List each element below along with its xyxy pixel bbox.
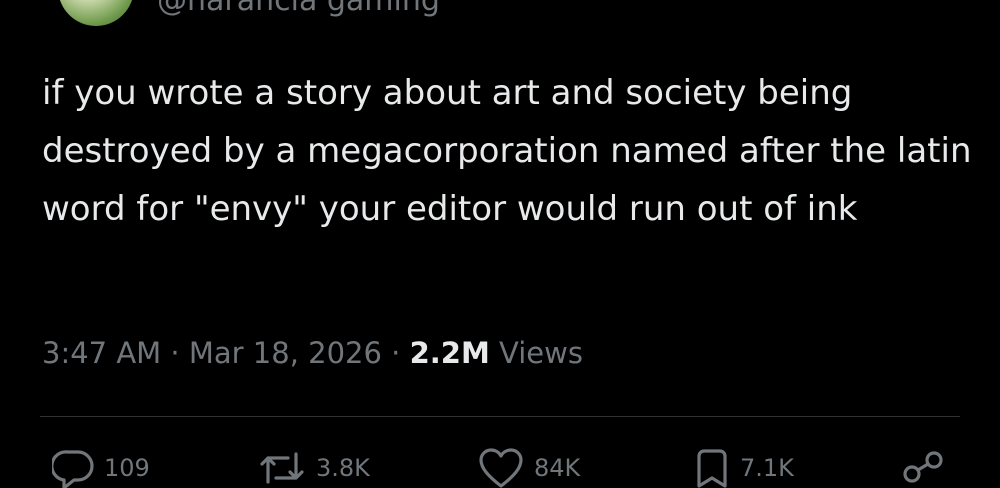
avatar[interactable] — [58, 0, 134, 26]
bookmark-icon — [694, 448, 730, 488]
meta-separator: · — [161, 336, 189, 370]
tweet-time[interactable]: 3:47 AM — [42, 336, 161, 370]
action-bar: 109 3.8K 84K 7.1K — [0, 448, 1000, 488]
tweet-text: if you wrote a story about art and socie… — [42, 73, 972, 229]
bookmark-button[interactable]: 7.1K — [694, 448, 794, 488]
heart-icon — [478, 448, 524, 488]
author-handle[interactable]: @narancia gaming — [157, 0, 440, 18]
bookmark-count: 7.1K — [740, 454, 794, 482]
repost-icon — [258, 448, 306, 488]
share-button[interactable] — [900, 448, 944, 488]
views-label: Views — [489, 336, 583, 370]
repost-button[interactable]: 3.8K — [258, 448, 370, 488]
divider — [40, 416, 960, 417]
views-count: 2.2M — [409, 336, 490, 370]
like-count: 84K — [534, 454, 581, 482]
like-button[interactable]: 84K — [478, 448, 580, 488]
reply-button[interactable]: 109 — [52, 448, 150, 488]
reply-count: 109 — [104, 454, 150, 482]
reply-icon — [52, 448, 94, 488]
meta-separator: · — [381, 336, 410, 370]
share-icon — [900, 448, 944, 488]
tweet-meta: 3:47 AM · Mar 18, 2026 · 2.2M Views — [42, 334, 583, 372]
repost-count: 3.8K — [316, 454, 370, 482]
tweet-date[interactable]: Mar 18, 2026 — [189, 336, 382, 370]
